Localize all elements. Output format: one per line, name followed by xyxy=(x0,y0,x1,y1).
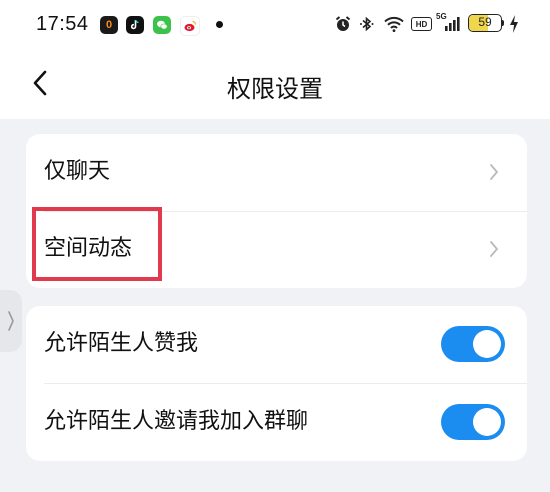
allow-stranger-like-label: 允许陌生人赞我 xyxy=(44,331,199,356)
charging-bolt-icon xyxy=(508,14,520,38)
battery-cap xyxy=(502,20,504,26)
allow-stranger-invite-label: 允许陌生人邀请我加入群聊 xyxy=(44,409,309,434)
chevron-right-icon xyxy=(8,311,14,331)
allow-stranger-like-row: 允许陌生人赞我 xyxy=(26,306,527,382)
page-title: 权限设置 xyxy=(227,75,323,103)
chevron-right-icon xyxy=(490,241,498,257)
toggle-knob xyxy=(473,330,501,358)
toggle-knob xyxy=(473,408,501,436)
allow-stranger-like-toggle[interactable] xyxy=(441,326,505,362)
side-drawer-handle[interactable] xyxy=(0,290,22,352)
allow-stranger-invite-row: 允许陌生人邀请我加入群聊 xyxy=(26,384,527,460)
hd-badge: HD xyxy=(411,17,432,31)
app-icon-1: 0 xyxy=(100,16,118,34)
battery-level-text: 59 xyxy=(478,15,492,29)
status-time: 17:54 xyxy=(36,13,89,35)
notification-dot xyxy=(216,21,223,28)
battery-indicator: 59 xyxy=(468,14,502,32)
bluetooth-icon xyxy=(358,14,376,34)
chat-only-row[interactable]: 仅聊天 xyxy=(26,134,527,210)
wifi-icon xyxy=(383,14,405,34)
signal-icon xyxy=(442,14,462,34)
allow-stranger-invite-toggle[interactable] xyxy=(441,404,505,440)
alarm-icon xyxy=(334,14,352,34)
wechat-app-icon xyxy=(153,16,171,34)
chat-only-label: 仅聊天 xyxy=(44,159,111,184)
navigation-bar: 权限设置 xyxy=(0,55,550,111)
annotation-highlight-box xyxy=(32,207,162,281)
stranger-permission-card: 允许陌生人赞我 允许陌生人邀请我加入群聊 xyxy=(26,306,527,461)
weibo-icon xyxy=(180,16,200,36)
tiktok-icon xyxy=(126,16,144,34)
status-bar: 17:54 0 HD 5G 59 xyxy=(0,0,550,50)
chevron-right-icon xyxy=(490,164,498,180)
